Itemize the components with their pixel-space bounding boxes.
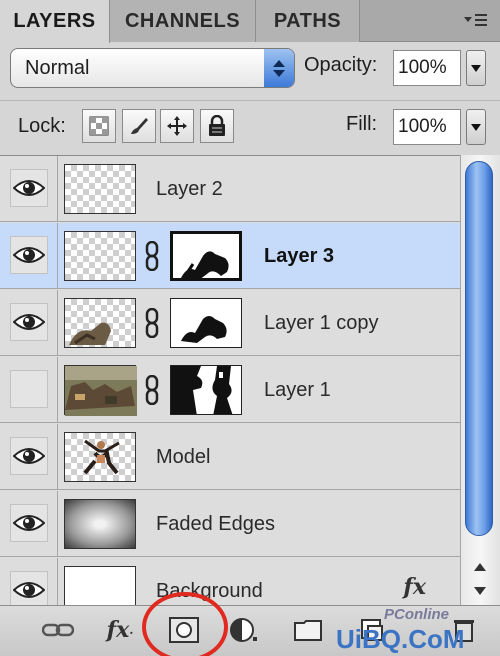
mask-link-chain-icon[interactable] — [144, 241, 160, 271]
layers-scrollbar[interactable] — [460, 155, 500, 605]
visibility-toggle[interactable] — [0, 424, 58, 490]
layer-thumbnail — [64, 365, 137, 416]
layer-thumbnail — [64, 566, 136, 605]
visibility-toggle[interactable] — [0, 491, 58, 557]
blend-mode-value: Normal — [25, 56, 90, 79]
scroll-down-arrow-icon[interactable] — [465, 579, 495, 603]
watermark-brand: PConline — [384, 606, 450, 623]
layer-mask-thumbnail[interactable] — [170, 298, 242, 348]
eye-icon — [13, 515, 45, 531]
visibility-toggle[interactable] — [0, 223, 58, 289]
layer-row-layer-2[interactable]: Layer 2 — [0, 156, 460, 222]
layers-list: Layer 2 Layer 3 Layer 1 copy Layer 1 Mod… — [0, 155, 460, 605]
scroll-up-arrow-icon[interactable] — [465, 555, 495, 579]
watermark-site: UiBQ.CoM — [336, 624, 465, 654]
layer-thumbnail — [64, 298, 136, 348]
new-adjustment-layer-icon[interactable] — [226, 614, 262, 646]
layer-thumbnail — [64, 432, 136, 482]
fx-label: fx — [106, 617, 130, 643]
layer-name: Model — [156, 445, 211, 468]
visibility-box — [10, 370, 48, 408]
panel-menu-icon[interactable] — [462, 8, 490, 32]
opacity-label: Opacity: — [304, 54, 378, 76]
layer-thumbnail — [64, 164, 136, 214]
lock-transparency-icon[interactable] — [82, 109, 116, 143]
layer-thumbnail — [64, 231, 136, 281]
lock-image-pixels-brush-icon[interactable] — [122, 109, 156, 143]
visibility-toggle[interactable] — [0, 558, 58, 605]
layer-row-faded-edges[interactable]: Faded Edges — [0, 491, 460, 557]
layer-name: Layer 1 copy — [264, 311, 379, 334]
eye-icon — [13, 247, 45, 263]
blend-mode-row: Normal Opacity: 100% — [0, 42, 500, 98]
highlight-circle-annotation — [142, 592, 228, 656]
layer-row-layer-1-copy[interactable]: Layer 1 copy — [0, 290, 460, 356]
tab-layers[interactable]: LAYERS — [0, 0, 110, 43]
tab-channels[interactable]: CHANNELS — [110, 0, 256, 42]
new-group-folder-icon[interactable] — [290, 614, 326, 646]
layer-row-model[interactable]: Model — [0, 424, 460, 490]
mask-link-chain-icon[interactable] — [144, 375, 160, 405]
layer-row-layer-3[interactable]: Layer 3 — [0, 223, 460, 289]
blend-mode-select[interactable]: Normal — [10, 48, 295, 88]
fill-label: Fill: — [346, 113, 378, 135]
layer-name: Faded Edges — [156, 512, 275, 535]
eye-icon — [13, 180, 45, 196]
layer-name: Layer 2 — [156, 177, 223, 200]
layer-row-background[interactable]: Background fx — [0, 558, 460, 605]
fill-dropdown-button[interactable] — [466, 109, 486, 145]
layer-thumbnail — [64, 499, 136, 549]
opacity-dropdown-button[interactable] — [466, 50, 486, 86]
layer-name: Layer 1 — [264, 378, 331, 401]
visibility-toggle[interactable] — [0, 290, 58, 356]
fill-input[interactable]: 100% — [393, 109, 461, 145]
visibility-toggle[interactable] — [0, 156, 58, 222]
visibility-toggle[interactable] — [0, 357, 58, 423]
eye-icon — [13, 582, 45, 598]
layer-row-layer-1[interactable]: Layer 1 — [0, 357, 460, 423]
lock-position-move-icon[interactable] — [160, 109, 194, 143]
tab-paths[interactable]: PATHS — [256, 0, 360, 42]
eye-icon — [13, 314, 45, 330]
lock-all-padlock-icon[interactable] — [200, 109, 234, 143]
opacity-input[interactable]: 100% — [393, 50, 461, 86]
layer-name: Layer 3 — [264, 244, 335, 267]
lock-row: Lock: Fill: 100% — [0, 100, 500, 156]
layer-mask-thumbnail[interactable] — [170, 365, 242, 415]
layer-mask-thumbnail[interactable] — [170, 231, 242, 281]
eye-icon — [13, 448, 45, 464]
lock-label: Lock: — [18, 115, 66, 137]
add-layer-style-fx-button[interactable]: fx. — [102, 614, 138, 646]
select-stepper-icon — [264, 49, 294, 87]
mask-link-chain-icon[interactable] — [144, 308, 160, 338]
layer-effects-fx-badge[interactable]: fx — [403, 574, 426, 600]
scrollbar-thumb[interactable] — [465, 161, 493, 536]
link-layers-icon[interactable] — [40, 614, 76, 646]
panel-tab-bar: LAYERS CHANNELS PATHS — [0, 0, 500, 43]
